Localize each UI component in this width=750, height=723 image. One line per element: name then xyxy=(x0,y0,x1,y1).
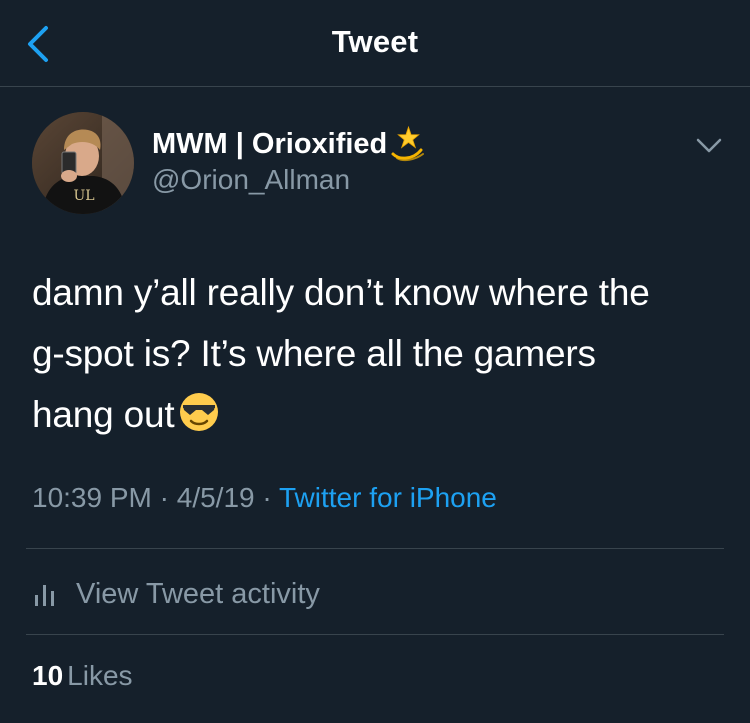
dizzy-star-emoji xyxy=(391,125,425,162)
tweet-options-button[interactable] xyxy=(694,134,724,158)
tweet-date: 4/5/19 xyxy=(176,482,255,513)
nav-header: Tweet xyxy=(0,0,750,87)
tweet-text-line-3: hang out xyxy=(32,394,175,435)
tweet-meta: 10:39 PM · 4/5/19 · Twitter for iPhone xyxy=(32,482,497,514)
profile-photo: UL xyxy=(32,112,134,214)
likes-summary[interactable]: 10 Likes xyxy=(32,660,133,692)
divider xyxy=(26,634,724,635)
tweet-source-link[interactable]: Twitter for iPhone xyxy=(279,482,497,513)
page-title: Tweet xyxy=(331,24,419,59)
author-handle[interactable]: @Orion_Allman xyxy=(152,164,350,196)
view-tweet-activity-button[interactable]: View Tweet activity xyxy=(32,574,320,614)
chevron-down-icon xyxy=(696,138,722,153)
author-name-row[interactable]: MWM | Orioxified xyxy=(152,124,429,164)
sunglasses-emoji xyxy=(180,393,219,431)
meta-separator: · xyxy=(254,482,279,513)
divider xyxy=(26,548,724,549)
tweet-text-line: hang out xyxy=(32,384,732,445)
author-display-name: MWM | Orioxified xyxy=(152,127,388,160)
tweet-time: 10:39 PM xyxy=(32,482,152,513)
activity-label: View Tweet activity xyxy=(76,577,320,610)
likes-count: 10 xyxy=(32,660,64,691)
meta-separator: · xyxy=(151,482,177,513)
likes-label: Likes xyxy=(67,660,133,691)
svg-text:UL: UL xyxy=(73,188,94,204)
avatar[interactable]: UL xyxy=(32,112,134,214)
tweet-text: damn y’all really don’t know where the g… xyxy=(32,262,732,445)
tweet-text-line: damn y’all really don’t know where the xyxy=(32,272,650,313)
bar-chart-icon xyxy=(35,585,54,606)
tweet-detail-screen: Tweet UL MWM | Orioxified @Orion_Allman … xyxy=(0,0,750,723)
tweet-text-line: g-spot is? It’s where all the gamers xyxy=(32,333,596,374)
